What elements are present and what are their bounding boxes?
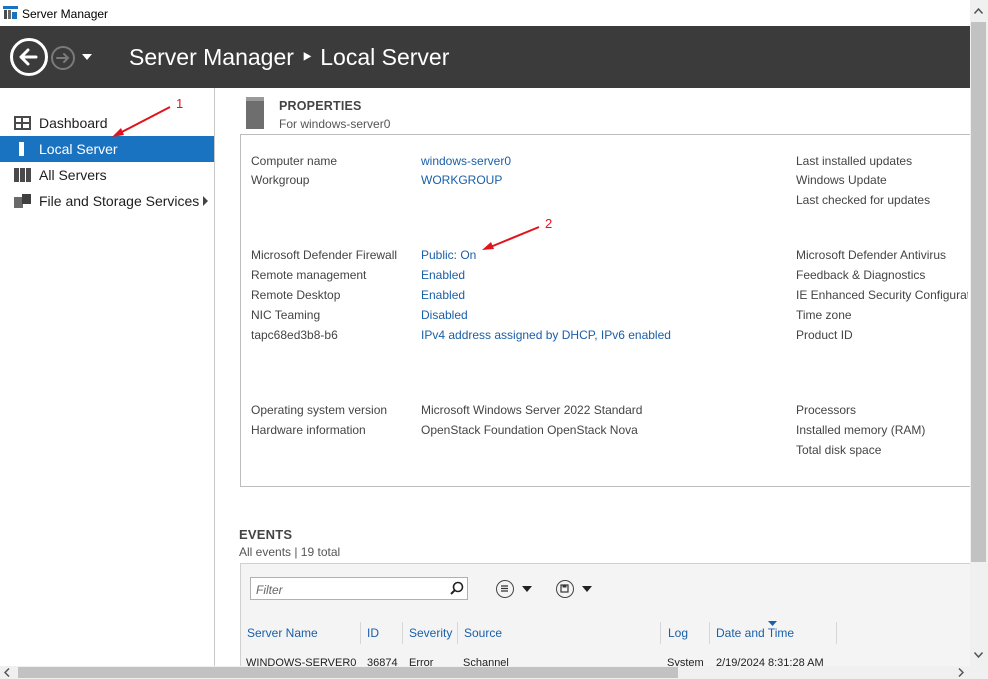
nic-teaming-label: NIC Teaming <box>251 308 321 322</box>
last-checked-updates-label: Last checked for updates <box>796 193 931 207</box>
product-id-label: Product ID <box>796 328 853 342</box>
server-icon <box>19 142 24 156</box>
save-icon <box>560 584 569 593</box>
cell-date-time: 2/19/2024 8:31:28 AM <box>716 657 824 666</box>
firewall-label: Microsoft Defender Firewall <box>251 248 398 262</box>
os-version-label: Operating system version <box>251 403 388 417</box>
horizontal-scroll-thumb[interactable] <box>18 667 678 678</box>
list-options-dropdown-icon[interactable] <box>522 586 532 592</box>
column-header-server-name[interactable]: Server Name <box>247 626 318 640</box>
column-header-log[interactable]: Log <box>668 626 688 640</box>
column-separator[interactable] <box>360 622 361 644</box>
sidebar-item-file-storage[interactable]: File and Storage Services <box>0 188 214 214</box>
installed-memory-label: Installed memory (RAM) <box>796 423 926 437</box>
sidebar-item-label: Local Server <box>39 141 118 157</box>
column-separator[interactable] <box>457 622 458 644</box>
ie-security-label: IE Enhanced Security Configurati <box>796 288 968 302</box>
remote-management-link[interactable]: Enabled <box>421 268 465 282</box>
computer-name-label: Computer name <box>251 154 338 168</box>
sort-descending-icon <box>768 621 777 626</box>
properties-subtitle: For windows-server0 <box>279 117 391 131</box>
scroll-right-icon[interactable] <box>958 668 964 677</box>
search-icon[interactable] <box>450 581 464 595</box>
column-header-id[interactable]: ID <box>367 626 379 640</box>
server-manager-app-icon <box>3 6 18 19</box>
servers-icon <box>14 168 31 182</box>
network-adapter-link[interactable]: IPv4 address assigned by DHCP, IPv6 enab… <box>421 328 671 342</box>
nic-teaming-link[interactable]: Disabled <box>421 308 468 322</box>
windows-update-label: Windows Update <box>796 173 887 187</box>
column-header-severity[interactable]: Severity <box>409 626 452 640</box>
column-header-date-time[interactable]: Date and Time <box>716 626 794 640</box>
arrow-right-icon <box>56 53 70 63</box>
computer-name-link[interactable]: windows-server0 <box>421 154 511 168</box>
remote-desktop-label: Remote Desktop <box>251 288 341 302</box>
properties-section-icon <box>246 97 264 129</box>
history-dropdown-icon[interactable] <box>81 53 93 61</box>
annotation-label-2: 2 <box>545 216 553 231</box>
column-header-source[interactable]: Source <box>464 626 502 640</box>
scroll-down-icon[interactable] <box>974 652 983 658</box>
scroll-left-icon[interactable] <box>4 668 10 677</box>
last-installed-updates-label: Last installed updates <box>796 154 913 168</box>
firewall-link[interactable]: Public: On <box>421 248 476 262</box>
sidebar-item-local-server[interactable]: Local Server <box>0 136 214 162</box>
window-title: Server Manager <box>22 7 109 21</box>
annotation-label-1: 1 <box>176 96 184 111</box>
back-button[interactable] <box>10 38 48 76</box>
arrow-left-icon <box>19 48 38 66</box>
events-title: EVENTS <box>239 527 293 542</box>
storage-icon <box>14 194 31 208</box>
cell-log: System <box>667 657 704 666</box>
hardware-info-label: Hardware information <box>251 423 366 437</box>
antivirus-label: Microsoft Defender Antivirus <box>796 248 947 262</box>
cell-id: 36874 <box>367 657 398 666</box>
hardware-info-value: OpenStack Foundation OpenStack Nova <box>421 423 638 437</box>
properties-title: PROPERTIES <box>279 99 362 113</box>
remote-management-label: Remote management <box>251 268 367 282</box>
vertical-scroll-thumb[interactable] <box>971 22 986 562</box>
column-separator[interactable] <box>709 622 710 644</box>
sidebar-item-dashboard[interactable]: Dashboard <box>0 110 214 136</box>
list-icon <box>501 585 508 592</box>
cell-severity: Error <box>409 657 434 666</box>
remote-desktop-link[interactable]: Enabled <box>421 288 465 302</box>
events-filter-input[interactable] <box>254 579 446 600</box>
processors-label: Processors <box>796 403 857 417</box>
time-zone-label: Time zone <box>796 308 852 322</box>
sidebar-item-label: File and Storage Services <box>39 193 200 209</box>
save-options-button[interactable] <box>556 580 574 598</box>
forward-button[interactable] <box>51 46 75 70</box>
sidebar-item-all-servers[interactable]: All Servers <box>0 162 214 188</box>
table-row[interactable]: WINDOWS-SERVER0 36874 Error Schannel Sys… <box>241 652 969 666</box>
workgroup-label: Workgroup <box>251 173 310 187</box>
workgroup-link[interactable]: WORKGROUP <box>421 173 502 187</box>
scroll-up-icon[interactable] <box>974 8 983 14</box>
sidebar-item-label: Dashboard <box>39 115 108 131</box>
dashboard-icon <box>14 116 31 130</box>
os-version-value: Microsoft Windows Server 2022 Standard <box>421 403 643 417</box>
column-separator[interactable] <box>836 622 837 644</box>
page-breadcrumb-title: Server Manager ‣ Local Server <box>129 44 450 70</box>
sidebar-item-label: All Servers <box>39 167 107 183</box>
window-titlebar: Server Manager <box>0 0 988 26</box>
network-adapter-label: tapc68ed3b8-b6 <box>251 328 338 342</box>
events-subtitle: All events | 19 total <box>239 545 341 559</box>
events-filter-box[interactable] <box>250 577 468 600</box>
total-disk-space-label: Total disk space <box>796 443 882 457</box>
cell-source: Schannel <box>463 657 509 666</box>
column-separator[interactable] <box>660 622 661 644</box>
save-options-dropdown-icon[interactable] <box>582 586 592 592</box>
column-separator[interactable] <box>402 622 403 644</box>
cell-server-name: WINDOWS-SERVER0 <box>246 657 357 666</box>
list-options-button[interactable] <box>496 580 514 598</box>
feedback-diagnostics-label: Feedback & Diagnostics <box>796 268 926 282</box>
chevron-right-icon <box>203 196 208 206</box>
